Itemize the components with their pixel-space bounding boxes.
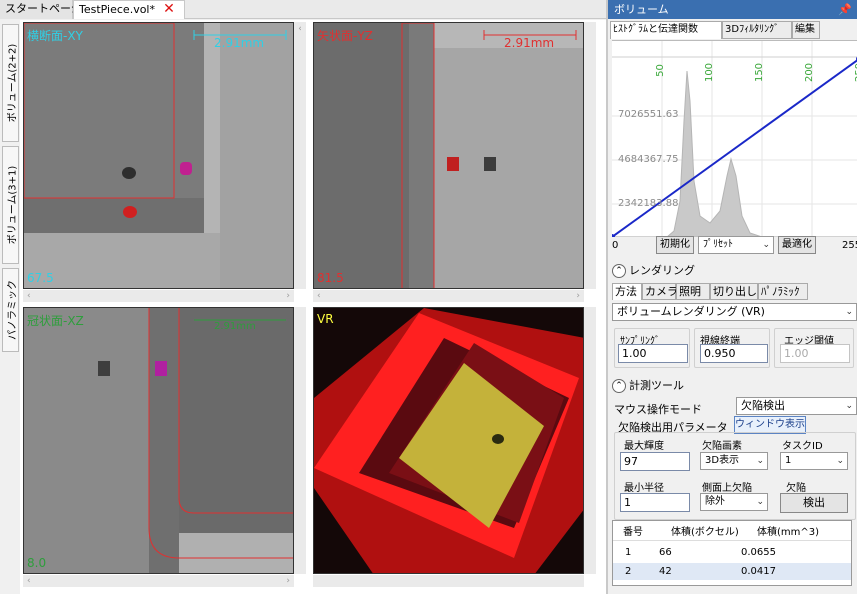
rendering-section-header[interactable]: ⌃ レンダリング bbox=[612, 262, 695, 278]
layout-side-tabs: ボリューム(2+2) ボリューム(3+1) パノラミック bbox=[0, 20, 20, 594]
xy-slice-image bbox=[24, 23, 293, 288]
side-tab-panoramic[interactable]: パノラミック bbox=[2, 268, 19, 352]
min-radius-input[interactable]: 1 bbox=[620, 493, 690, 512]
yz-slice-image bbox=[314, 23, 583, 288]
hist-xtick-200: 200 bbox=[804, 62, 816, 83]
collapse-icon[interactable]: ⌃ bbox=[612, 379, 626, 393]
mouse-mode-label: マウス操作モード bbox=[614, 403, 702, 416]
viewer-area: 横断面-XY 2.91mm 67.5 ‹ ‹ › 矢状面-YZ 2.91mm 81… bbox=[20, 20, 606, 594]
volume-panel: ボリューム 📌 ﾋｽﾄｸﾞﾗﾑと伝達関数 3Dﾌｨﾙﾀﾘﾝｸﾞ 編集 50 10… bbox=[606, 0, 857, 594]
edge-threshold-input: 1.00 bbox=[780, 344, 850, 363]
vr-horizontal-scrollbar[interactable] bbox=[313, 575, 584, 587]
header-volume-voxel: 体積(ボクセル) bbox=[671, 527, 739, 538]
yz-horizontal-scrollbar[interactable]: ‹ › bbox=[313, 290, 584, 302]
xz-vertical-scrollbar[interactable] bbox=[294, 307, 306, 574]
yz-view-label: 矢状面-YZ bbox=[317, 29, 373, 43]
preset-dropdown[interactable]: ﾌﾟﾘｾｯﾄ ⌄ bbox=[698, 236, 774, 254]
hist-ytick-1: 7026551.63 bbox=[618, 109, 679, 120]
side-defect-label: 側面上欠陥 bbox=[702, 483, 752, 494]
hist-xtick-50: 50 bbox=[654, 64, 666, 77]
max-luminance-label: 最大輝度 bbox=[624, 441, 664, 452]
hist-ytick-3: 2342183.88 bbox=[618, 198, 679, 209]
tab-3d-filtering[interactable]: 3Dﾌｨﾙﾀﾘﾝｸﾞ bbox=[722, 21, 792, 39]
min-radius-label: 最小半径 bbox=[624, 483, 664, 494]
yz-slice-value: 81.5 bbox=[317, 271, 344, 285]
xy-scale-label: 2.91mm bbox=[214, 36, 265, 50]
defect-label: 欠陥 bbox=[786, 483, 806, 494]
hist-max-label: 255 bbox=[842, 240, 857, 251]
xz-scale-label: 2.91mm bbox=[214, 321, 256, 332]
tab-panoramic[interactable]: ﾊﾟﾉﾗﾐｯｸ bbox=[758, 283, 808, 300]
table-row[interactable]: 1 66 0.0655 bbox=[613, 544, 851, 561]
defect-results-table: 番号 体積(ボクセル) 体積(mm^3) 1 66 0.0655 2 42 0.… bbox=[612, 520, 852, 586]
task-id-label: タスクID bbox=[782, 441, 823, 452]
view-vr[interactable]: VR bbox=[313, 307, 584, 574]
side-defect-dropdown[interactable]: 除外 ⌄ bbox=[700, 493, 768, 511]
yz-vertical-scrollbar[interactable] bbox=[584, 22, 596, 289]
yz-scale-label: 2.91mm bbox=[504, 36, 555, 50]
view-yz[interactable]: 矢状面-YZ 2.91mm 81.5 bbox=[313, 22, 584, 289]
xy-vertical-scrollbar[interactable]: ‹ bbox=[294, 22, 306, 289]
table-row[interactable]: 2 42 0.0417 bbox=[613, 563, 851, 580]
header-number: 番号 bbox=[623, 527, 643, 538]
view-end-input[interactable]: 0.950 bbox=[700, 344, 768, 363]
optimize-button[interactable]: 最適化 bbox=[778, 236, 816, 254]
tab-cropping[interactable]: 切り出し bbox=[710, 283, 758, 300]
collapse-icon[interactable]: ⌃ bbox=[612, 264, 626, 278]
close-icon[interactable]: ✕ bbox=[162, 0, 176, 18]
measure-section-header[interactable]: ⌃ 計測ツール bbox=[612, 377, 684, 393]
tab-camera[interactable]: カメラ bbox=[642, 283, 678, 300]
xz-slice-image bbox=[24, 308, 293, 573]
hist-xtick-100: 100 bbox=[704, 62, 716, 83]
xz-horizontal-scrollbar[interactable]: ‹ › bbox=[23, 575, 294, 587]
render-method-dropdown[interactable]: ボリュームレンダリング (VR) ⌄ bbox=[612, 303, 857, 321]
tab-histogram[interactable]: ﾋｽﾄｸﾞﾗﾑと伝達関数 bbox=[610, 21, 722, 39]
tab-lighting[interactable]: 照明 bbox=[676, 283, 710, 300]
vr-render-image bbox=[314, 308, 583, 573]
xy-slice-value: 67.5 bbox=[27, 271, 54, 285]
mouse-mode-dropdown[interactable]: 欠陥検出 ⌄ bbox=[736, 397, 857, 415]
view-xy[interactable]: 横断面-XY 2.91mm 67.5 bbox=[23, 22, 294, 289]
pin-icon[interactable]: 📌 bbox=[838, 0, 852, 19]
detect-button[interactable]: 検出 bbox=[780, 493, 848, 513]
panel-title: ボリューム bbox=[608, 0, 857, 19]
histogram-chart[interactable]: 50 100 150 200 250 7026551.63 4684367.75… bbox=[612, 40, 857, 237]
xy-horizontal-scrollbar[interactable]: ‹ › bbox=[23, 290, 294, 302]
table-header: 番号 体積(ボクセル) 体積(mm^3) bbox=[613, 524, 851, 541]
hist-ytick-2: 4684367.75 bbox=[618, 154, 679, 165]
task-id-dropdown[interactable]: 1 ⌄ bbox=[780, 452, 848, 470]
header-volume-mm3: 体積(mm^3) bbox=[757, 527, 820, 538]
defect-pixel-label: 欠陥画素 bbox=[702, 441, 742, 452]
sampling-input[interactable]: 1.00 bbox=[618, 344, 688, 363]
hist-xtick-150: 150 bbox=[754, 62, 766, 83]
view-xz[interactable]: 冠状面-XZ 2.91mm 8.0 bbox=[23, 307, 294, 574]
vr-vertical-scrollbar[interactable] bbox=[584, 307, 596, 574]
tab-method[interactable]: 方法 bbox=[612, 283, 642, 300]
vr-view-label: VR bbox=[317, 312, 334, 326]
side-tab-volume-3-1[interactable]: ボリューム(3+1) bbox=[2, 146, 19, 264]
xz-slice-value: 8.0 bbox=[27, 556, 47, 570]
tab-edit[interactable]: 編集 bbox=[792, 21, 820, 39]
hist-min-label: 0 bbox=[612, 240, 619, 251]
max-luminance-input[interactable]: 97 bbox=[620, 452, 690, 471]
reset-button[interactable]: 初期化 bbox=[656, 236, 694, 254]
defect-pixel-dropdown[interactable]: 3D表示 ⌄ bbox=[700, 452, 768, 470]
xz-view-label: 冠状面-XZ bbox=[27, 314, 84, 328]
tab-start-page[interactable]: スタートページ bbox=[0, 0, 82, 19]
xy-view-label: 横断面-XY bbox=[27, 29, 83, 43]
document-tabs: スタートページ TestPiece.vol* ✕ bbox=[0, 0, 606, 19]
side-tab-volume-2-2[interactable]: ボリューム(2+2) bbox=[2, 24, 19, 142]
